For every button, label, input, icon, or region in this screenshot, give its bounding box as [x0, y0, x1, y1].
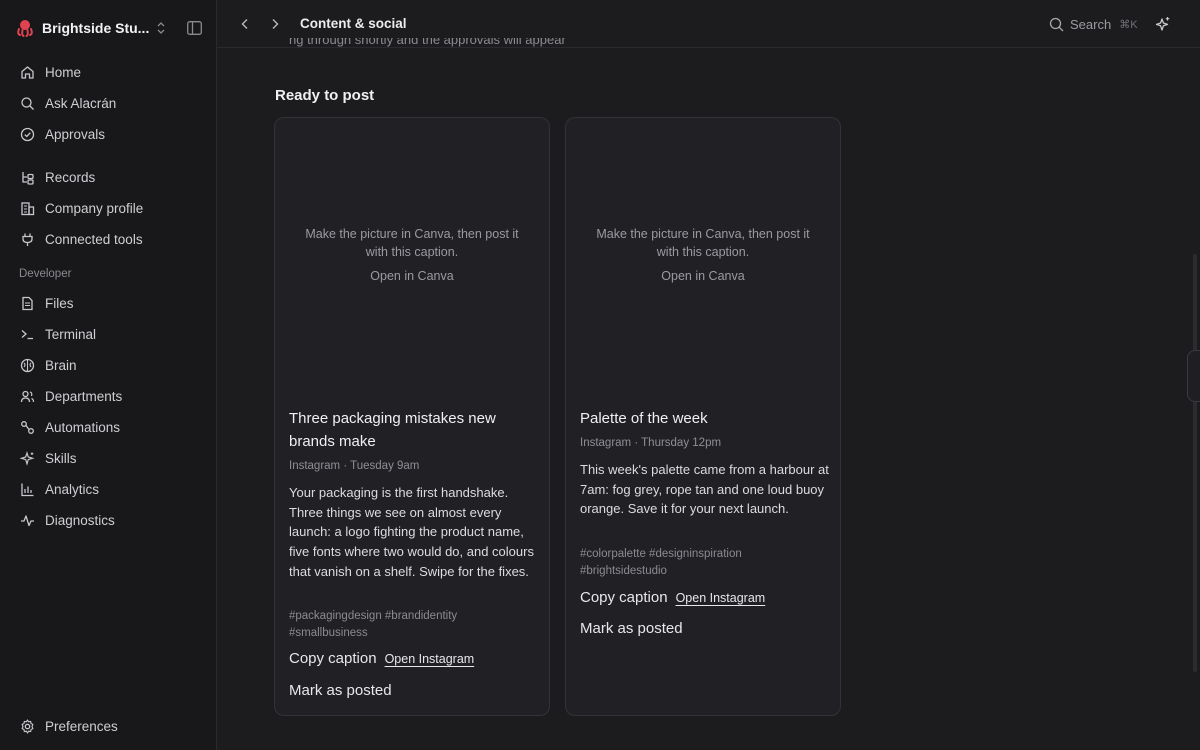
- octopus-icon: [14, 17, 36, 39]
- post-card: Make the picture in Canva, then post it …: [565, 117, 841, 716]
- sidebar-item-label: Diagnostics: [45, 512, 115, 528]
- sidebar-item-label: Analytics: [45, 481, 100, 497]
- search-icon: [1049, 17, 1064, 32]
- open-in-canva-link[interactable]: Open in Canva: [275, 269, 549, 283]
- sidebar-item-company-profile[interactable]: Company profile: [10, 194, 206, 222]
- post-caption: This week's palette came from a harbour …: [580, 462, 829, 517]
- sidebar-item-home[interactable]: Home: [10, 58, 206, 86]
- image-placeholder: Make the picture in Canva, then post it …: [566, 118, 840, 398]
- search-shortcut: ⌘K: [1119, 18, 1138, 31]
- mark-as-posted-button[interactable]: Mark as posted: [289, 682, 392, 699]
- records-icon: [18, 168, 36, 186]
- post-title: Palette of the week: [580, 410, 708, 427]
- pulse-icon: [18, 511, 36, 529]
- copy-caption-button[interactable]: Copy caption: [580, 589, 668, 606]
- sidebar-item-label: Automations: [45, 419, 121, 435]
- sidebar-item-label: Approvals: [45, 126, 106, 142]
- workspace-name: Brightside Stu...: [42, 20, 150, 36]
- sidebar-item-analytics[interactable]: Analytics: [10, 475, 206, 503]
- terminal-icon: [18, 325, 36, 343]
- bar-chart-icon: [18, 480, 36, 498]
- search-button[interactable]: Search ⌘K: [1049, 14, 1138, 34]
- sidebar-item-automations[interactable]: Automations: [10, 413, 206, 441]
- sidebar-item-records[interactable]: Records: [10, 163, 206, 191]
- search-icon: [18, 94, 36, 112]
- mark-as-posted-button[interactable]: Mark as posted: [580, 620, 683, 637]
- sidebar-item-brain[interactable]: Brain: [10, 351, 206, 379]
- sidebar-item-label: Company profile: [45, 200, 144, 216]
- sidebar-item-label: Skills: [45, 450, 77, 466]
- file-icon: [18, 294, 36, 312]
- post-hashtags: #colorpalette #designinspiration #bright…: [580, 548, 742, 577]
- post-title: Three packaging mistakes new brands make: [289, 410, 496, 450]
- section-title: Ready to post: [275, 87, 375, 104]
- scrolled-text-line: ng through shortly and the approvals wil…: [289, 38, 566, 47]
- sidebar-item-label: Departments: [45, 388, 123, 404]
- placeholder-text: Make the picture in Canva, then post it …: [305, 227, 519, 259]
- sidebar-item-files[interactable]: Files: [10, 289, 206, 317]
- check-circle-icon: [18, 125, 36, 143]
- sidebar-item-label: Brain: [45, 357, 77, 373]
- sidebar-toggle-icon[interactable]: [185, 19, 203, 37]
- sidebar-item-ask-alacran[interactable]: Ask Alacrán: [10, 89, 206, 117]
- post-actions: Copy caption Open Instagram: [289, 650, 474, 667]
- scrollbar[interactable]: [1193, 254, 1197, 672]
- building-icon: [18, 199, 36, 217]
- placeholder-text: Make the picture in Canva, then post it …: [596, 227, 810, 259]
- post-hashtags: #packagingdesign #brandidentity #smallbu…: [289, 610, 458, 639]
- post-meta: Instagram · Thursday 12pm: [580, 437, 722, 449]
- sidebar: Brightside Stu... Home Ask Alacrán Appro…: [0, 0, 217, 750]
- section-heading-developer: Developer: [19, 268, 72, 280]
- post-caption: Your packaging is the first handshake. T…: [289, 485, 534, 579]
- sidebar-item-diagnostics[interactable]: Diagnostics: [10, 506, 206, 534]
- sidebar-item-label: Home: [45, 64, 82, 80]
- sidebar-item-connected-tools[interactable]: Connected tools: [10, 225, 206, 253]
- open-instagram-link[interactable]: Open Instagram: [676, 591, 766, 605]
- chevron-up-down-icon[interactable]: [154, 19, 168, 37]
- gear-icon: [18, 717, 36, 735]
- copy-caption-button[interactable]: Copy caption: [289, 650, 377, 667]
- post-card: Make the picture in Canva, then post it …: [274, 117, 550, 716]
- sidebar-item-approvals[interactable]: Approvals: [10, 120, 206, 148]
- side-panel-handle[interactable]: [1187, 350, 1200, 402]
- image-placeholder: Make the picture in Canva, then post it …: [275, 118, 549, 398]
- sidebar-item-preferences[interactable]: Preferences: [10, 712, 206, 740]
- sidebar-item-departments[interactable]: Departments: [10, 382, 206, 410]
- sidebar-item-label: Ask Alacrán: [45, 95, 117, 111]
- post-actions: Copy caption Open Instagram: [580, 589, 765, 606]
- sidebar-item-label: Files: [45, 295, 74, 311]
- sidebar-item-terminal[interactable]: Terminal: [10, 320, 206, 348]
- sidebar-item-label: Records: [45, 169, 96, 185]
- workspace-switcher[interactable]: Brightside Stu...: [14, 16, 204, 40]
- plug-icon: [18, 230, 36, 248]
- ai-sparkle-icon[interactable]: [1153, 14, 1173, 34]
- forward-arrow-icon[interactable]: [265, 14, 285, 34]
- automation-icon: [18, 418, 36, 436]
- back-arrow-icon[interactable]: [235, 14, 255, 34]
- home-icon: [18, 63, 36, 81]
- search-label: Search: [1070, 16, 1112, 32]
- open-instagram-link[interactable]: Open Instagram: [385, 652, 475, 666]
- post-meta: Instagram · Tuesday 9am: [289, 460, 420, 472]
- people-icon: [18, 387, 36, 405]
- sidebar-item-label: Preferences: [45, 718, 118, 734]
- sidebar-item-skills[interactable]: Skills: [10, 444, 206, 472]
- page-title: Content & social: [300, 16, 407, 31]
- sidebar-item-label: Terminal: [45, 326, 97, 342]
- open-in-canva-link[interactable]: Open in Canva: [566, 269, 840, 283]
- sparkles-icon: [18, 449, 36, 467]
- brain-icon: [18, 356, 36, 374]
- sidebar-item-label: Connected tools: [45, 231, 143, 247]
